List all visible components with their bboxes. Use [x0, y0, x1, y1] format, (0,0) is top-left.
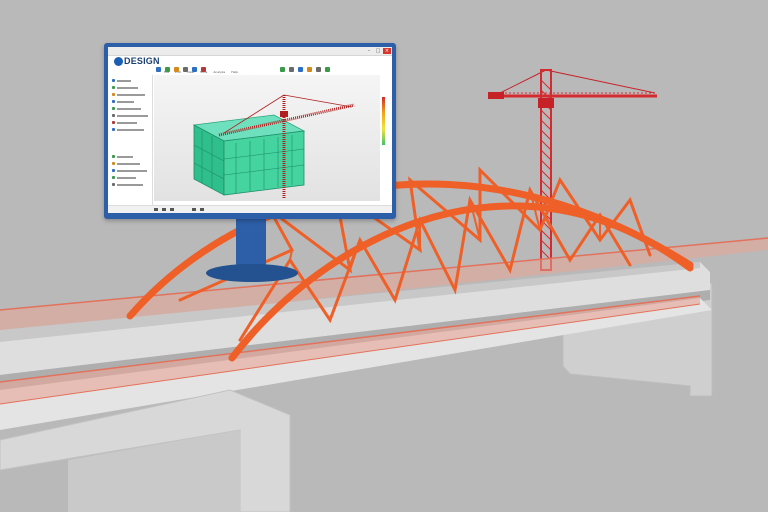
settings-icon[interactable] — [289, 67, 294, 72]
pan-icon[interactable] — [192, 67, 197, 72]
app-title: DESIGN — [124, 56, 160, 66]
crane-icon — [112, 121, 115, 124]
app-logo-icon — [114, 57, 123, 66]
export-icon[interactable] — [325, 67, 330, 72]
monitor-base — [206, 264, 298, 282]
sidebar-item-label — [117, 87, 138, 89]
beams-icon — [112, 100, 115, 103]
color-legend — [382, 97, 385, 145]
menu-bar: File Edit View Tools Analyze Help — [164, 58, 244, 74]
sidebar-item-label — [117, 170, 147, 172]
sidebar-item-label — [117, 163, 140, 165]
status-icon[interactable] — [162, 208, 166, 211]
columns-icon — [112, 107, 115, 110]
sidebar-item-label — [117, 184, 143, 186]
structure-icon — [112, 86, 115, 89]
scene: – □ × DESIGN File Edit View Tools Analyze Hel… — [0, 0, 768, 512]
close-button[interactable]: × — [383, 48, 391, 54]
render-icon[interactable] — [280, 67, 285, 72]
foundation-icon — [112, 93, 115, 96]
sidebar-item-label — [117, 115, 148, 117]
model-tree-icon — [112, 79, 115, 82]
sidebar-item-label — [117, 129, 144, 131]
sidebar-item-label — [117, 156, 133, 158]
layers-icon[interactable] — [307, 67, 312, 72]
reports-icon — [112, 176, 115, 179]
sidebar-item-label — [117, 101, 134, 103]
status-icon[interactable] — [192, 208, 196, 211]
status-bar — [108, 205, 392, 213]
move-icon[interactable] — [165, 67, 170, 72]
toolbar — [156, 67, 386, 73]
sidebar-item-label — [117, 177, 136, 179]
results-icon — [112, 169, 115, 172]
3d-viewport[interactable] — [154, 75, 380, 201]
rotate-icon[interactable] — [174, 67, 179, 72]
model-view — [192, 94, 355, 199]
project-sidebar — [108, 75, 153, 205]
status-icon[interactable] — [154, 208, 158, 211]
app-window: – □ × DESIGN File Edit View Tools Analyze Hel… — [108, 47, 392, 213]
status-icon[interactable] — [200, 208, 204, 211]
tower-crane — [488, 69, 657, 271]
export-icon — [112, 183, 115, 186]
sidebar-item-label — [117, 108, 141, 110]
sidebar-item-label — [117, 80, 131, 82]
minimize-button[interactable]: – — [365, 48, 373, 54]
measure-icon[interactable] — [201, 67, 206, 72]
computer-monitor: – □ × DESIGN File Edit View Tools Analyze Hel… — [104, 43, 396, 219]
zoom-icon[interactable] — [183, 67, 188, 72]
analysis-icon — [112, 155, 115, 158]
grid-icon[interactable] — [298, 67, 303, 72]
sidebar-item-label — [117, 94, 145, 96]
select-icon[interactable] — [156, 67, 161, 72]
camera-icon[interactable] — [316, 67, 321, 72]
slabs-icon — [112, 114, 115, 117]
materials-icon — [112, 162, 115, 165]
loads-icon — [112, 128, 115, 131]
status-icon[interactable] — [170, 208, 174, 211]
maximize-button[interactable]: □ — [374, 48, 382, 54]
title-bar: – □ × — [108, 47, 392, 56]
monitor-stand — [236, 219, 266, 267]
sidebar-item-label — [117, 122, 137, 124]
